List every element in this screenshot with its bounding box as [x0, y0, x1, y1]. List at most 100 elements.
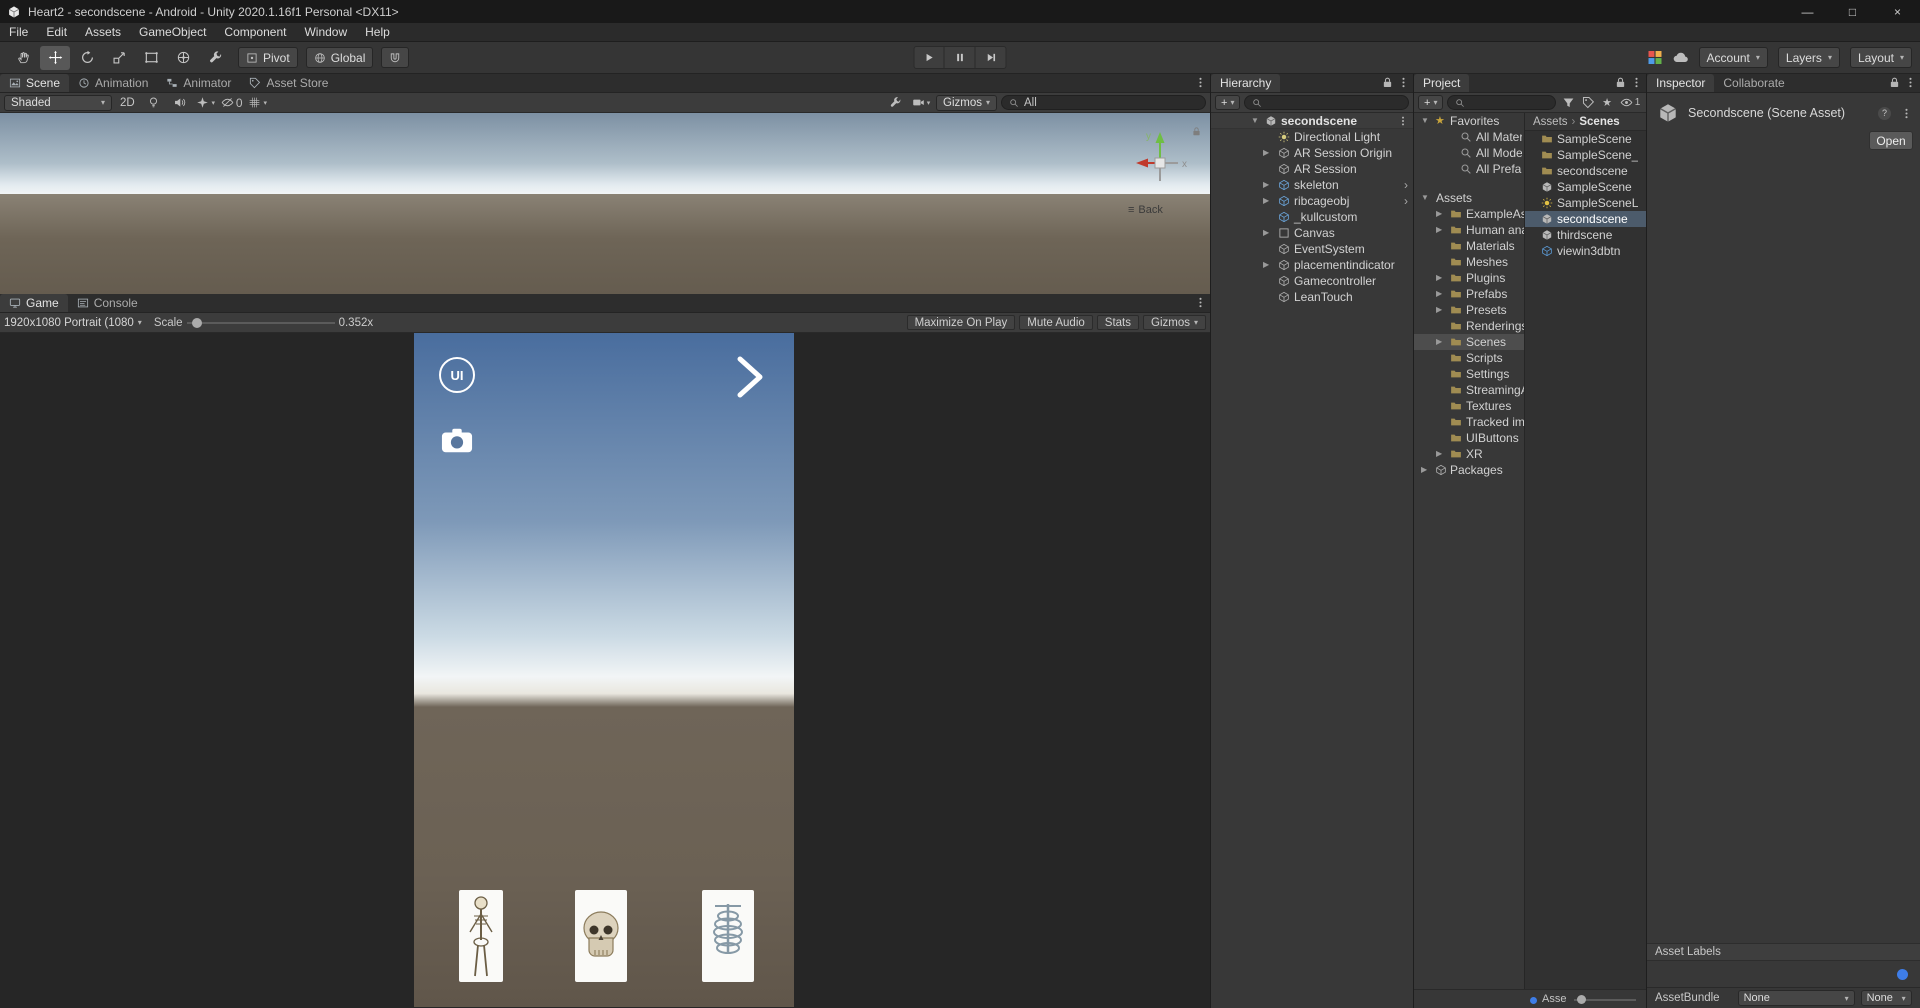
- stats-button[interactable]: Stats: [1096, 315, 1139, 330]
- layout-dropdown[interactable]: Layout ▾: [1849, 47, 1912, 68]
- panel-menu-icon[interactable]: [1630, 76, 1643, 89]
- collapse-arrow-icon[interactable]: ▼: [1421, 113, 1429, 129]
- scene-viewport[interactable]: y x ≡ Back: [0, 113, 1210, 294]
- assetbundle-variant-dropdown[interactable]: None ▾: [1860, 990, 1912, 1006]
- hierarchy-item-skeleton[interactable]: ▶ skeleton ›: [1211, 177, 1413, 193]
- panel-menu-icon[interactable]: [1397, 76, 1410, 89]
- panel-menu-icon[interactable]: [1904, 76, 1917, 89]
- hierarchy-item-kullcustom[interactable]: _kullcustom: [1211, 209, 1413, 225]
- layers-dropdown[interactable]: Layers ▾: [1777, 47, 1840, 68]
- menu-component[interactable]: Component: [215, 23, 295, 41]
- expand-arrow-icon[interactable]: ▶: [1263, 145, 1269, 161]
- hierarchy-item-ribcageobj[interactable]: ▶ ribcageobj ›: [1211, 193, 1413, 209]
- pivot-toggle-button[interactable]: Pivot: [238, 47, 298, 68]
- lock-icon[interactable]: [1888, 76, 1901, 89]
- file-samplescene-lighting[interactable]: SampleSceneL: [1525, 195, 1646, 211]
- folder-tracked-images[interactable]: Tracked im: [1414, 414, 1524, 430]
- panel-menu-icon[interactable]: [1194, 296, 1207, 309]
- packages-root-row[interactable]: ▶ Packages: [1414, 462, 1524, 478]
- grid-visibility-dropdown-icon[interactable]: ▾: [247, 95, 269, 111]
- app-card-skull[interactable]: [575, 890, 627, 982]
- scene-camera-dropdown-icon[interactable]: ▾: [910, 95, 932, 111]
- folder-scenes[interactable]: ▶ Scenes: [1414, 334, 1524, 350]
- menu-file[interactable]: File: [0, 23, 37, 41]
- file-samplescene-scene[interactable]: SampleScene: [1525, 179, 1646, 195]
- game-gizmos-dropdown[interactable]: Gizmos ▾: [1143, 315, 1206, 330]
- expand-arrow-icon[interactable]: ▶: [1263, 257, 1269, 273]
- assetbundle-dropdown[interactable]: None ▾: [1737, 990, 1855, 1006]
- tab-animation[interactable]: Animation: [69, 74, 157, 92]
- pan-tool-button[interactable]: [8, 46, 38, 70]
- tab-asset-store[interactable]: Asset Store: [240, 74, 337, 92]
- icon-size-slider[interactable]: [1574, 990, 1636, 1008]
- file-secondscene-folder[interactable]: secondscene: [1525, 163, 1646, 179]
- hidden-packages-icon[interactable]: 1: [1618, 95, 1642, 111]
- expand-arrow-icon[interactable]: ▶: [1436, 270, 1442, 286]
- panel-menu-icon[interactable]: [1194, 76, 1207, 89]
- tab-console[interactable]: Console: [68, 294, 147, 312]
- step-button[interactable]: [975, 46, 1007, 69]
- rect-tool-button[interactable]: [136, 46, 166, 70]
- folder-settings[interactable]: Settings: [1414, 366, 1524, 382]
- hierarchy-item-gamecontroller[interactable]: Gamecontroller: [1211, 273, 1413, 289]
- hidden-objects-icon[interactable]: 0: [221, 95, 243, 111]
- tab-animator[interactable]: Animator: [157, 74, 240, 92]
- favorite-all-models[interactable]: All Models: [1414, 145, 1524, 161]
- expand-arrow-icon[interactable]: ▶: [1263, 177, 1269, 193]
- expand-arrow-icon[interactable]: ▶: [1263, 225, 1269, 241]
- header-menu-icon[interactable]: [1900, 107, 1913, 120]
- transform-tool-button[interactable]: [168, 46, 198, 70]
- slider-handle[interactable]: [1577, 995, 1586, 1004]
- open-scene-button[interactable]: Open: [1869, 131, 1913, 150]
- app-ui-button[interactable]: UI: [439, 357, 475, 393]
- tab-hierarchy[interactable]: Hierarchy: [1211, 74, 1281, 92]
- 2d-toggle-button[interactable]: 2D: [116, 97, 139, 109]
- prefab-open-arrow-icon[interactable]: ›: [1404, 177, 1408, 193]
- pause-button[interactable]: [944, 46, 976, 69]
- scene-orientation-gizmo[interactable]: y x: [1122, 125, 1198, 201]
- expand-arrow-icon[interactable]: ▶: [1436, 286, 1442, 302]
- favorites-row[interactable]: ▼ ★ Favorites: [1414, 113, 1524, 129]
- hierarchy-search-input[interactable]: [1244, 95, 1409, 110]
- global-toggle-button[interactable]: Global: [305, 47, 374, 68]
- folder-xr[interactable]: ▶ XR: [1414, 446, 1524, 462]
- hierarchy-item-canvas[interactable]: ▶ Canvas: [1211, 225, 1413, 241]
- custom-tool-button[interactable]: [200, 46, 230, 70]
- move-tool-button[interactable]: [40, 45, 70, 70]
- folder-scripts[interactable]: Scripts: [1414, 350, 1524, 366]
- expand-arrow-icon[interactable]: ▶: [1436, 446, 1442, 462]
- maximize-button[interactable]: □: [1830, 0, 1875, 23]
- menu-window[interactable]: Window: [295, 23, 356, 41]
- project-search-input[interactable]: [1447, 95, 1556, 110]
- minimize-button[interactable]: —: [1785, 0, 1830, 23]
- account-dropdown[interactable]: Account ▾: [1698, 47, 1768, 68]
- scene-lighting-toggle-icon[interactable]: [143, 95, 165, 111]
- hierarchy-item-eventsystem[interactable]: EventSystem: [1211, 241, 1413, 257]
- hierarchy-item-directional-light[interactable]: Directional Light: [1211, 129, 1413, 145]
- file-samplescene2-folder[interactable]: SampleScene_: [1525, 147, 1646, 163]
- tab-inspector[interactable]: Inspector: [1647, 74, 1715, 92]
- scene-gizmos-dropdown[interactable]: Gizmos ▾: [936, 94, 997, 111]
- expand-arrow-icon[interactable]: ▶: [1263, 193, 1269, 209]
- folder-textures[interactable]: Textures: [1414, 398, 1524, 414]
- expand-arrow-icon[interactable]: ▶: [1421, 462, 1427, 478]
- app-card-skeleton[interactable]: [459, 890, 503, 982]
- close-button[interactable]: ×: [1875, 0, 1920, 23]
- file-thirdscene-scene[interactable]: thirdscene: [1525, 227, 1646, 243]
- menu-assets[interactable]: Assets: [76, 23, 130, 41]
- folder-meshes[interactable]: Meshes: [1414, 254, 1524, 270]
- services-icon[interactable]: [1647, 51, 1663, 64]
- hierarchy-item-ar-session-origin[interactable]: ▶ AR Session Origin: [1211, 145, 1413, 161]
- menu-edit[interactable]: Edit: [37, 23, 76, 41]
- scene-search-input[interactable]: All: [1001, 95, 1206, 110]
- file-samplescene-folder[interactable]: SampleScene: [1525, 131, 1646, 147]
- expand-arrow-icon[interactable]: ▶: [1436, 206, 1442, 222]
- hierarchy-item-leantouch[interactable]: LeanTouch: [1211, 289, 1413, 305]
- maximize-on-play-button[interactable]: Maximize On Play: [906, 315, 1016, 330]
- menu-gameobject[interactable]: GameObject: [130, 23, 215, 41]
- favorite-all-prefabs[interactable]: All Prefabs: [1414, 161, 1524, 177]
- folder-uibuttons[interactable]: UIButtons: [1414, 430, 1524, 446]
- editor-tools-icon[interactable]: [884, 95, 906, 111]
- scale-slider[interactable]: [186, 315, 335, 331]
- menu-help[interactable]: Help: [356, 23, 399, 41]
